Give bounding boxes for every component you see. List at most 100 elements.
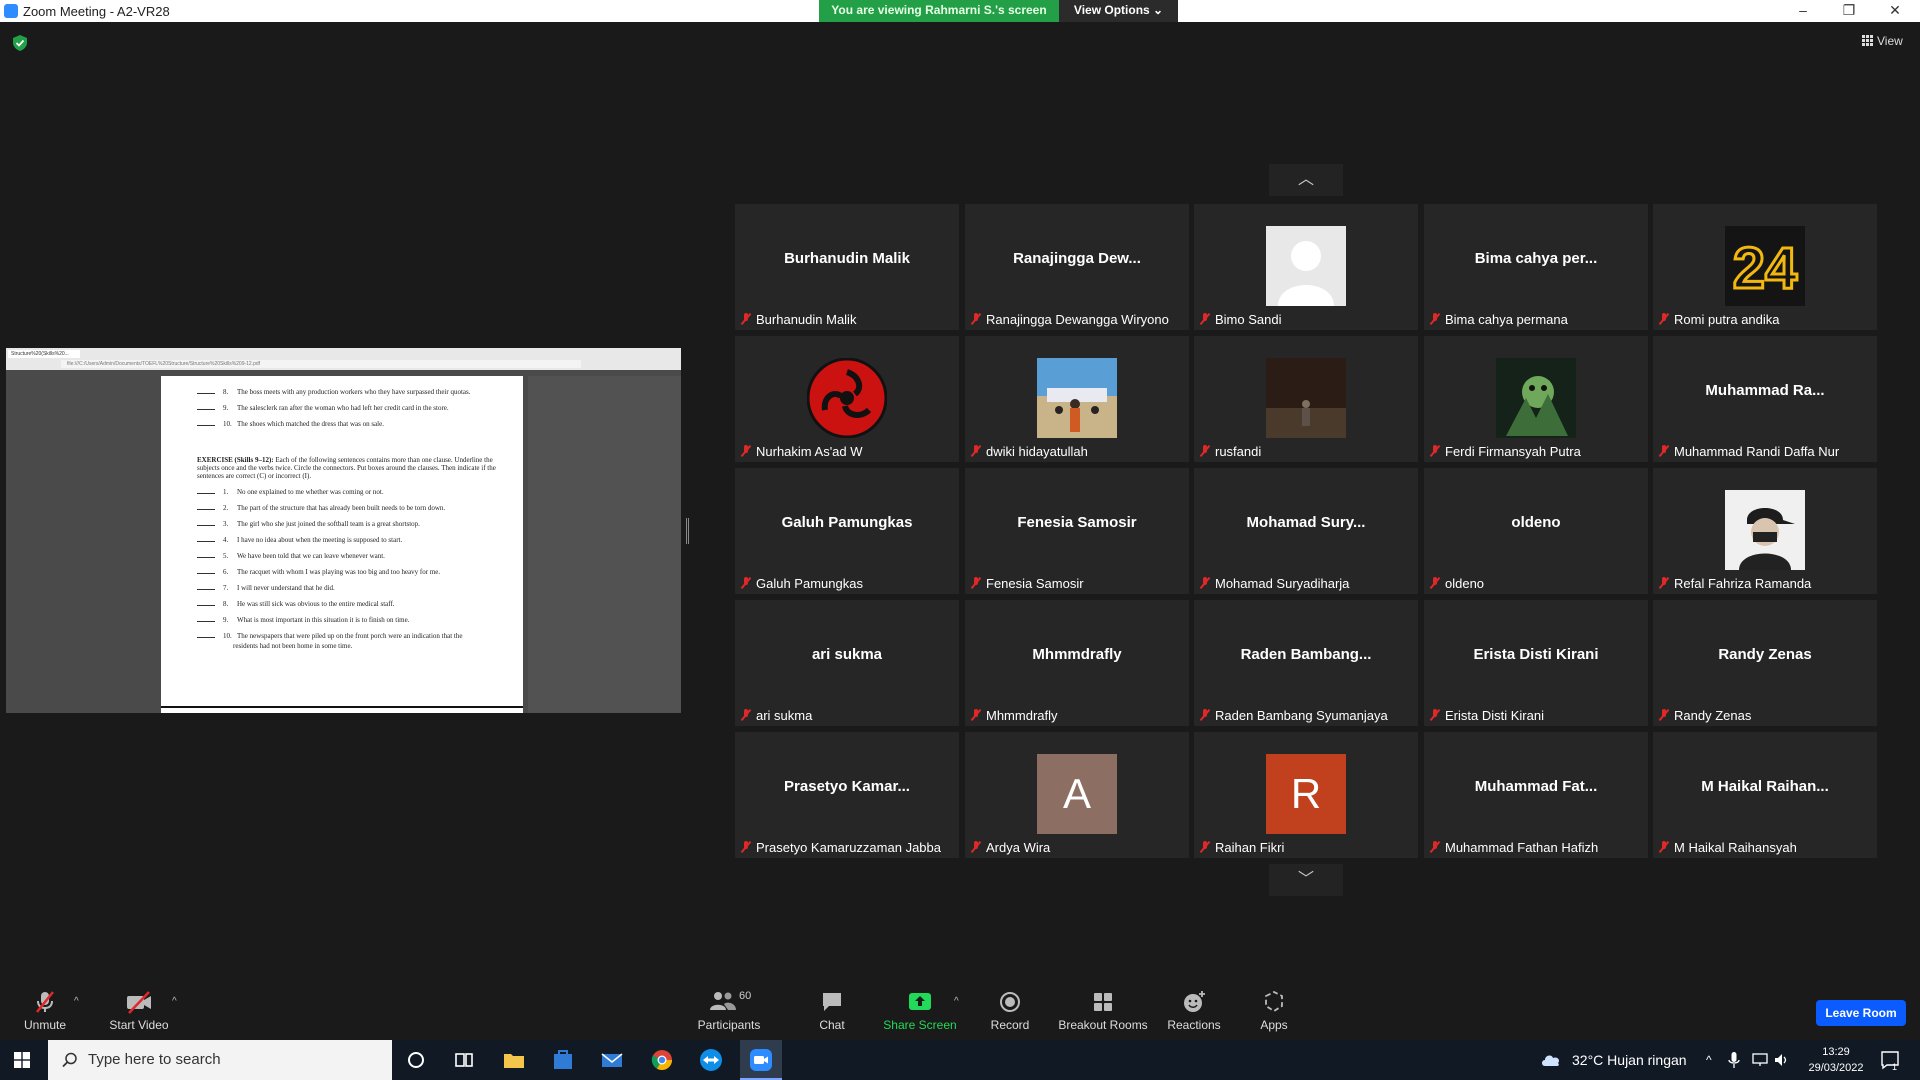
start-video-button[interactable]: Start Video	[104, 990, 174, 1032]
answer-blank	[197, 557, 215, 558]
muted-mic-icon	[971, 577, 981, 589]
participant-display-name: Muhammad Fat...	[1474, 778, 1598, 795]
taskbar-clock[interactable]: 13:29 29/03/2022	[1800, 1044, 1872, 1076]
participant-name: Raden Bambang Syumanjaya	[1215, 708, 1388, 723]
participant-tile[interactable]: Refal Fahriza Ramanda	[1653, 468, 1877, 594]
item-text: The newspapers that were piled up on the…	[237, 632, 463, 640]
participant-tile[interactable]: Ferdi Firmansyah Putra	[1424, 336, 1648, 462]
participant-name: Bima cahya permana	[1445, 312, 1568, 327]
windows-start-icon[interactable]	[14, 1052, 30, 1068]
document-line: 8. The boss meets with any production wor…	[197, 388, 470, 396]
participant-name-label: Galuh Pamungkas	[741, 576, 863, 591]
tray-expand-icon[interactable]: ^	[1706, 1040, 1712, 1080]
participant-name: Burhanudin Malik	[756, 312, 857, 327]
video-options-caret[interactable]: ^	[172, 996, 177, 1007]
task-view-icon[interactable]	[450, 1046, 478, 1074]
document-line: 9. The salesclerk ran after the woman who…	[197, 404, 449, 412]
audio-options-caret[interactable]: ^	[74, 996, 79, 1007]
participant-tile[interactable]: R Raihan Fikri	[1194, 732, 1418, 858]
share-screen-button[interactable]: Share Screen	[882, 990, 958, 1032]
clock-time: 13:29	[1822, 1046, 1850, 1058]
record-button[interactable]: Record	[990, 990, 1030, 1032]
search-icon	[62, 1052, 77, 1068]
taskbar-search-placeholder: Type here to search	[88, 1051, 221, 1068]
share-options-caret[interactable]: ^	[954, 996, 959, 1007]
minimize-button[interactable]: –	[1780, 0, 1826, 22]
taskbar-search-box[interactable]: Type here to search	[48, 1040, 392, 1080]
weather-cloud-icon[interactable]	[1540, 1052, 1562, 1068]
participants-button[interactable]: 60 Participants	[693, 990, 765, 1032]
document-line: 10. The newspapers that were piled up on …	[197, 632, 462, 640]
participant-name: Mohamad Suryadiharja	[1215, 576, 1350, 591]
participant-tile[interactable]: Bimo Sandi	[1194, 204, 1418, 330]
participant-tile[interactable]: A Ardya Wira	[965, 732, 1189, 858]
apps-button[interactable]: Apps	[1254, 990, 1294, 1032]
participant-tile[interactable]: Fenesia Samosir Fenesia Samosir	[965, 468, 1189, 594]
participant-tile[interactable]: Randy Zenas Randy Zenas	[1653, 600, 1877, 726]
cortana-icon[interactable]	[402, 1046, 430, 1074]
participant-display-name: Erista Disti Kirani	[1473, 646, 1599, 663]
window-title: Zoom Meeting - A2-VR28	[23, 4, 170, 19]
leave-room-button[interactable]: Leave Room	[1816, 1000, 1906, 1026]
item-number: 5.	[223, 552, 229, 560]
participant-tile[interactable]: Prasetyo Kamar... Prasetyo Kamaruzzaman J…	[735, 732, 959, 858]
participant-tile[interactable]: Nurhakim As'ad W	[735, 336, 959, 462]
participant-tile[interactable]: Muhammad Ra... Muhammad Randi Daffa Nur	[1653, 336, 1877, 462]
gallery-page-down-button[interactable]: ﹀	[1269, 864, 1343, 896]
answer-blank	[197, 573, 215, 574]
view-options-button[interactable]: View Options ⌄	[1059, 0, 1178, 22]
gallery-page-up-button[interactable]: ︿	[1269, 164, 1343, 196]
shared-browser-url: file:///C:/Users/Admin/Documents/TOEFL%2…	[61, 360, 581, 368]
zoom-taskbar-active[interactable]	[740, 1040, 782, 1080]
document-line: 10. The shoes which matched the dress tha…	[197, 420, 384, 428]
participant-name: Fenesia Samosir	[986, 576, 1084, 591]
muted-mic-icon	[1200, 577, 1210, 589]
participant-tile[interactable]: ari sukma ari sukma	[735, 600, 959, 726]
network-icon[interactable]	[1752, 1053, 1768, 1067]
muted-mic-icon	[971, 709, 981, 721]
reactions-icon	[1184, 991, 1205, 1012]
participant-display-name: Randy Zenas	[1718, 646, 1812, 663]
maximize-button[interactable]: ❐	[1826, 0, 1872, 22]
participant-tile[interactable]: rusfandi	[1194, 336, 1418, 462]
file-explorer-icon[interactable]	[500, 1046, 528, 1074]
participant-tile[interactable]: 24 Romi putra andika	[1653, 204, 1877, 330]
participant-tile[interactable]: Erista Disti Kirani Erista Disti Kirani	[1424, 600, 1648, 726]
participant-tile[interactable]: Raden Bambang... Raden Bambang Syumanjaya	[1194, 600, 1418, 726]
shared-browser-tab: Structure%20(Skills%20...	[8, 350, 80, 358]
participant-tile[interactable]: Bima cahya per... Bima cahya permana	[1424, 204, 1648, 330]
participant-tile[interactable]: dwiki hidayatullah	[965, 336, 1189, 462]
participant-tile[interactable]: Burhanudin Malik Burhanudin Malik	[735, 204, 959, 330]
participant-tile[interactable]: oldeno oldeno	[1424, 468, 1648, 594]
microsoft-store-icon[interactable]	[549, 1046, 577, 1074]
panel-splitter-handle[interactable]	[686, 518, 689, 544]
participant-tile[interactable]: Mohamad Sury... Mohamad Suryadiharja	[1194, 468, 1418, 594]
participant-tile[interactable]: Galuh Pamungkas Galuh Pamungkas	[735, 468, 959, 594]
unmute-label: Unmute	[23, 1018, 67, 1032]
tray-microphone-icon[interactable]	[1728, 1052, 1740, 1068]
close-button[interactable]: ✕	[1872, 0, 1918, 22]
avatar-letter: A	[1037, 754, 1117, 834]
shared-screen[interactable]: Structure%20(Skills%20... file:///C:/Use…	[6, 348, 681, 713]
volume-icon[interactable]	[1774, 1053, 1790, 1067]
chat-button[interactable]: Chat	[812, 990, 852, 1032]
muted-mic-icon	[1430, 577, 1440, 589]
participant-tile[interactable]: Mhmmdrafly Mhmmdrafly	[965, 600, 1189, 726]
unmute-button[interactable]: Unmute	[20, 990, 70, 1032]
weather-text[interactable]: 32°C Hujan ringan	[1572, 1040, 1687, 1080]
item-number: 8.	[223, 600, 229, 608]
participant-name-label: Bimo Sandi	[1200, 312, 1281, 327]
profile-24-text: 24	[1733, 236, 1798, 301]
view-layout-button[interactable]: View	[1862, 34, 1903, 48]
encryption-shield-icon[interactable]	[13, 35, 27, 51]
participant-tile[interactable]: Ranajingga Dew... Ranajingga Dewangga Wir…	[965, 204, 1189, 330]
participant-tile[interactable]: M Haikal Raihan... M Haikal Raihansyah	[1653, 732, 1877, 858]
participant-tile[interactable]: Muhammad Fat... Muhammad Fathan Hafizh	[1424, 732, 1648, 858]
teamviewer-icon[interactable]	[697, 1046, 725, 1074]
mail-icon[interactable]	[598, 1046, 626, 1074]
microphone-muted-icon	[36, 991, 54, 1013]
reactions-button[interactable]: Reactions	[1167, 990, 1221, 1032]
chrome-icon[interactable]	[648, 1046, 676, 1074]
breakout-rooms-button[interactable]: Breakout Rooms	[1058, 990, 1148, 1032]
participant-display-name: Bima cahya per...	[1474, 250, 1598, 267]
